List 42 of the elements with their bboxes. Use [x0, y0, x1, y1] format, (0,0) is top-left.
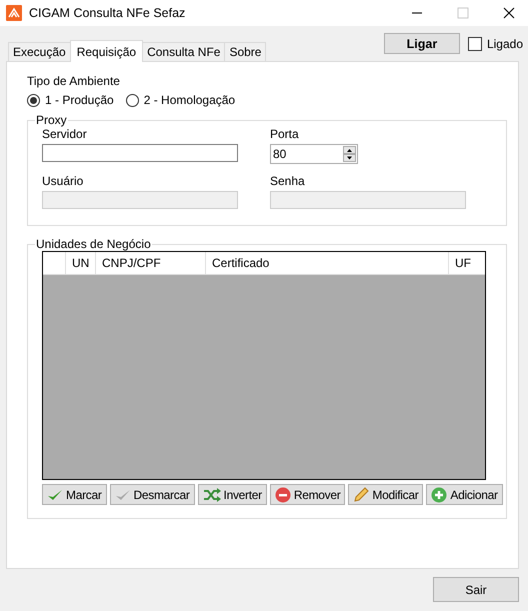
window-title: CIGAM Consulta NFe Sefaz [29, 6, 186, 20]
field-label: Usuário [42, 174, 84, 188]
checkbox[interactable] [468, 36, 482, 50]
data-grid[interactable]: UN CNPJ/CPF Certificado UF [42, 251, 486, 480]
minus-circle-icon [274, 486, 291, 502]
shuffle-icon [202, 488, 221, 502]
radio-button[interactable] [27, 94, 40, 106]
spin-down-icon[interactable] [343, 154, 356, 162]
toolbar-button[interactable]: Remover [270, 484, 346, 505]
radio-button[interactable] [126, 94, 139, 106]
environment-label: Tipo de Ambiente [27, 74, 121, 88]
toolbar-button[interactable]: Desmarcar [110, 484, 195, 505]
port-spinner[interactable]: 80 [270, 144, 358, 164]
field-label: Servidor [42, 127, 88, 141]
group-title: Proxy [35, 113, 68, 127]
close-icon[interactable] [503, 7, 515, 19]
pencil-icon [353, 486, 370, 502]
column-header[interactable]: UN [66, 252, 96, 274]
toolbar-button[interactable]: Adicionar [426, 484, 503, 505]
group-title: Unidades de Negócio [35, 237, 152, 251]
app-logo-icon [6, 5, 22, 21]
checkbox-label: Ligado [486, 36, 523, 50]
field-label: Senha [270, 174, 306, 188]
field-label: Porta [270, 127, 300, 141]
toolbar-button[interactable]: Modificar [348, 484, 424, 505]
check-icon [47, 488, 63, 502]
tab[interactable]: Execução [8, 42, 71, 61]
toolbar-button[interactable]: Inverter [198, 484, 267, 505]
radio-label: 1 - Produção [45, 93, 114, 107]
exit-button[interactable]: Sair [433, 577, 519, 602]
column-header[interactable]: CNPJ/CPF [96, 252, 206, 274]
tab[interactable]: Requisição [70, 40, 144, 62]
column-header[interactable]: Certificado [206, 252, 449, 274]
toolbar-button[interactable]: Marcar [42, 484, 107, 505]
plus-circle-icon [431, 486, 448, 502]
column-header[interactable]: UF [449, 252, 485, 274]
input-field[interactable] [42, 144, 238, 162]
radio-label: 2 - Homologação [144, 93, 236, 107]
check-icon [114, 488, 131, 502]
spin-up-icon[interactable] [343, 146, 356, 154]
connect-button[interactable]: Ligar [384, 33, 460, 54]
tab[interactable]: Sobre [224, 42, 266, 61]
